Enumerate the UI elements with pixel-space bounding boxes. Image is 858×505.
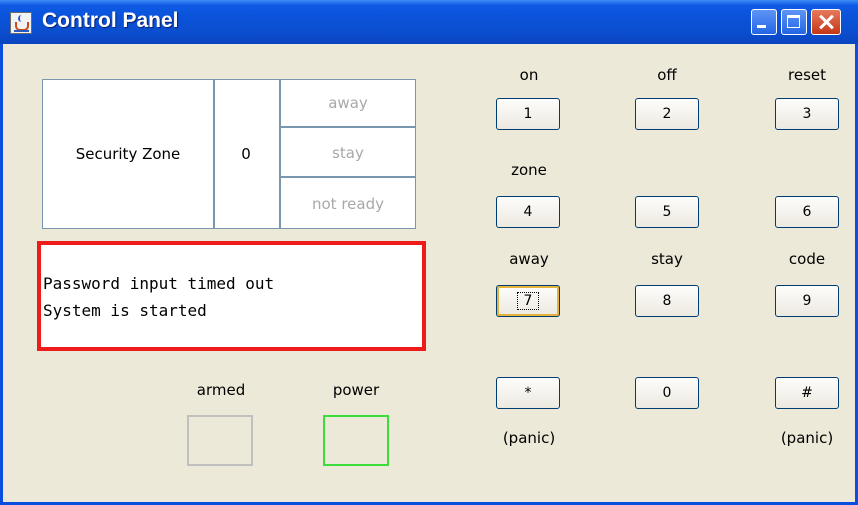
armed-label: armed xyxy=(196,381,246,399)
maximize-button[interactable] xyxy=(781,9,807,35)
key-label-reset: reset xyxy=(788,66,826,84)
window-title: Control Panel xyxy=(42,9,179,32)
key-hash-button[interactable]: # xyxy=(775,377,839,409)
zone-number: 0 xyxy=(213,80,281,228)
key-5-button[interactable]: 5 xyxy=(635,196,699,228)
security-zone-panel: Security Zone 0 away stay not ready xyxy=(42,79,416,229)
title-bar[interactable]: Control Panel xyxy=(0,0,858,44)
key-label-on: on xyxy=(519,66,539,84)
message-line: Password input timed out xyxy=(43,274,275,293)
key-7-label: 7 xyxy=(516,292,540,310)
message-line: System is started xyxy=(43,301,207,320)
key-7-button[interactable]: 7 xyxy=(496,285,560,317)
java-icon xyxy=(10,12,32,34)
close-button[interactable] xyxy=(811,9,841,35)
power-label: power xyxy=(332,381,380,399)
minimize-button[interactable] xyxy=(751,9,777,35)
status-away: away xyxy=(281,80,415,128)
key-label-panic-left: (panic) xyxy=(502,429,556,447)
key-label-stay: stay xyxy=(651,250,683,268)
key-label-panic-right: (panic) xyxy=(780,429,834,447)
key-label-zone: zone xyxy=(511,161,547,179)
security-zone-label: Security Zone xyxy=(43,80,215,228)
key-3-button[interactable]: 3 xyxy=(775,98,839,130)
power-indicator xyxy=(323,415,389,466)
key-2-button[interactable]: 2 xyxy=(635,98,699,130)
key-0-button[interactable]: 0 xyxy=(635,377,699,409)
key-star-button[interactable]: * xyxy=(496,377,560,409)
key-label-off: off xyxy=(657,66,677,84)
key-4-button[interactable]: 4 xyxy=(496,196,560,228)
key-6-button[interactable]: 6 xyxy=(775,196,839,228)
status-stay: stay xyxy=(281,130,415,178)
key-label-code: code xyxy=(788,250,826,268)
control-panel-window: Control Panel Security Zone 0 away stay … xyxy=(0,0,858,505)
key-1-button[interactable]: 1 xyxy=(496,98,560,130)
message-display: Password input timed out System is start… xyxy=(37,241,426,351)
status-not-ready: not ready xyxy=(312,195,384,213)
key-9-button[interactable]: 9 xyxy=(775,285,839,317)
key-8-button[interactable]: 8 xyxy=(635,285,699,317)
key-label-away: away xyxy=(509,250,549,268)
armed-indicator xyxy=(187,415,253,466)
